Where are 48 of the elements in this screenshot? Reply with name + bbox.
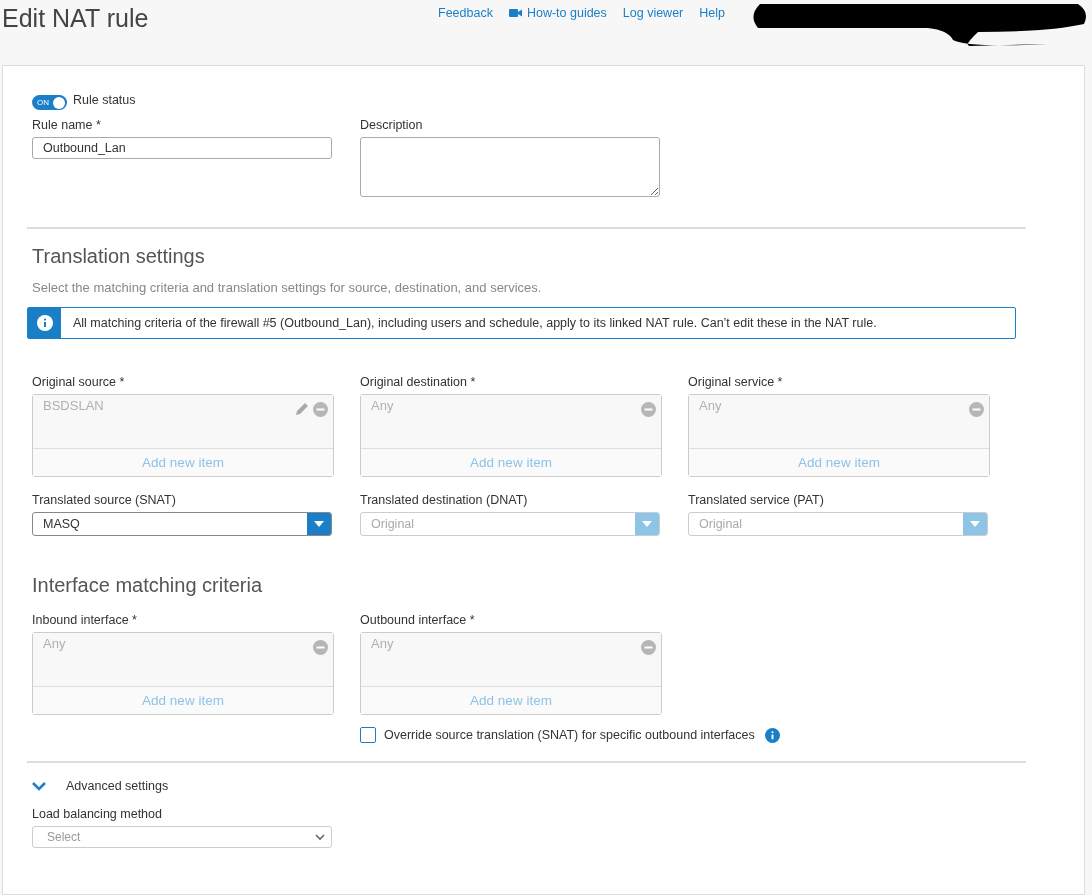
header-link[interactable]: Help	[699, 6, 725, 20]
list-item: Any	[699, 398, 723, 413]
rule-status-label: Rule status	[73, 93, 136, 107]
description-label: Description	[360, 118, 424, 132]
caret-icon	[314, 521, 324, 527]
dropdown[interactable]: MASQ	[32, 512, 332, 536]
info-icon[interactable]	[764, 727, 780, 743]
how-to-guides-link[interactable]: How-to guides	[508, 6, 607, 20]
section-heading: Translation settings	[32, 245, 205, 268]
info-icon	[36, 315, 53, 331]
section-description: Select the matching criteria and translation settings for source, destination, and services.	[32, 280, 542, 295]
video-camera-icon	[508, 8, 522, 18]
checkbox-label: Override source translation (SNAT) for specific outbound interfaces	[384, 728, 755, 742]
field-label: Load balancing method	[32, 807, 162, 821]
rule-name-field[interactable]: Outbound_Lan	[32, 137, 332, 159]
field-label: Inbound interface *	[32, 613, 138, 627]
rule-name-label: Rule name *	[32, 118, 102, 132]
header-link[interactable]: Log viewer	[622, 6, 684, 20]
remove-icon[interactable]	[641, 402, 656, 417]
list-item: Any	[371, 636, 395, 651]
notice-text: All matching criteria of the firewall #5 (Outbound_Lan), including users and schedule, apply to its linked NAT rule. Can’t edit these in the NAT rule.	[73, 316, 877, 330]
list-item: Any	[43, 636, 67, 651]
checkbox[interactable]	[360, 727, 376, 743]
field-label: Original source *	[32, 375, 126, 389]
load-balancing-dropdown[interactable]: Select	[32, 826, 332, 848]
field-label: Translated source (SNAT)	[32, 493, 177, 507]
section-heading: Interface matching criteria	[32, 574, 263, 597]
field-label: Outbound interface *	[360, 613, 476, 627]
caret-icon	[970, 521, 980, 527]
field-label: Translated service (PAT)	[688, 493, 825, 507]
description-field[interactable]	[360, 137, 660, 197]
chevron-icon	[315, 833, 325, 841]
list-item: BSDSLAN	[43, 398, 105, 413]
remove-icon[interactable]	[313, 640, 328, 655]
caret-icon	[642, 521, 652, 527]
field-label: Original destination *	[360, 375, 477, 389]
chevron-icon	[32, 781, 46, 791]
list-item: Any	[371, 398, 395, 413]
remove-icon[interactable]	[641, 640, 656, 655]
header-link[interactable]: Feedback	[438, 6, 493, 20]
rule-status-toggle[interactable]: ON	[32, 95, 67, 110]
field-label: Translated destination (DNAT)	[360, 493, 529, 507]
advanced-settings-toggle[interactable]: Advanced settings	[32, 779, 169, 793]
remove-icon[interactable]	[313, 402, 328, 417]
field-label: Original service *	[688, 375, 784, 389]
page-title: Edit NAT rule	[2, 4, 150, 33]
remove-icon[interactable]	[969, 402, 984, 417]
pencil-icon[interactable]	[295, 402, 309, 416]
